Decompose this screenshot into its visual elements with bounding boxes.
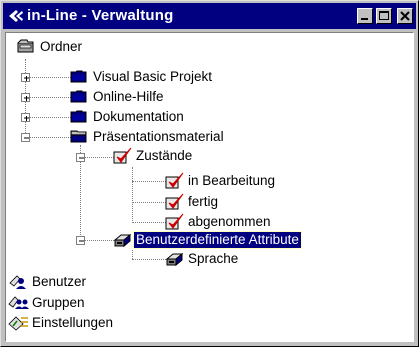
expand-toggle[interactable]	[21, 73, 30, 82]
tree-view-panel[interactable]: Ordner Visual Basic Projekt Online-Hilfe…	[5, 32, 414, 342]
tree-item-attributes[interactable]: Benutzerdefinierte Attribute	[112, 231, 302, 249]
collapse-toggle[interactable]	[76, 236, 85, 245]
main-window: in-Line - Verwaltung Ordner Visual Basic…	[0, 0, 419, 347]
title-bar[interactable]: in-Line - Verwaltung	[3, 3, 416, 29]
group-icon	[8, 294, 30, 312]
window-title: in-Line - Verwaltung	[27, 7, 174, 24]
maximize-button[interactable]	[376, 8, 392, 24]
open-folder-icon	[69, 128, 91, 146]
tree-item-label: Dokumentation	[93, 109, 184, 124]
tree-item-label: Zustände	[136, 148, 193, 163]
tree-item-label: Visual Basic Projekt	[93, 69, 213, 84]
folder-icon	[69, 88, 91, 106]
minimize-button[interactable]	[357, 8, 373, 24]
folder-icon	[69, 108, 91, 126]
tree-root-ordner[interactable]: Ordner	[16, 38, 84, 56]
tree-item-label: Präsentationsmaterial	[93, 129, 224, 144]
tree-item-label: Sprache	[188, 251, 239, 266]
tree-item-state[interactable]: in Bearbeitung	[164, 172, 277, 190]
user-icon	[8, 273, 30, 291]
app-logo-icon	[8, 8, 24, 24]
tree-item-attribute[interactable]: Sprache	[164, 250, 240, 268]
tree-item-label: Online-Hilfe	[93, 89, 164, 104]
tree-item-zustaende[interactable]: Zustände	[112, 147, 194, 165]
folder-icon	[69, 68, 91, 86]
check-state-icon	[164, 172, 186, 190]
cabinet-icon	[16, 38, 38, 56]
close-button[interactable]	[397, 8, 413, 24]
tree-item-folder-open[interactable]: Präsentationsmaterial	[69, 128, 226, 146]
tree-item-state[interactable]: abgenommen	[164, 213, 273, 231]
tree-item-einstellungen[interactable]: Einstellungen	[8, 314, 115, 332]
tree-item-benutzer[interactable]: Benutzer	[8, 273, 88, 291]
tree-item-label: fertig	[188, 194, 219, 209]
tree-item-folder[interactable]: Visual Basic Projekt	[69, 68, 214, 86]
check-state-icon	[112, 147, 134, 165]
tree-item-state[interactable]: fertig	[164, 193, 220, 211]
tree-item-label: in Bearbeitung	[188, 173, 276, 188]
settings-icon	[8, 314, 30, 332]
collapse-toggle[interactable]	[76, 153, 85, 162]
collapse-toggle[interactable]	[21, 133, 30, 142]
tree-item-folder[interactable]: Dokumentation	[69, 108, 186, 126]
expand-toggle[interactable]	[21, 113, 30, 122]
attribute-icon	[112, 231, 134, 249]
expand-toggle[interactable]	[21, 93, 30, 102]
tree-root-label: Ordner	[40, 39, 83, 54]
attribute-icon	[164, 250, 186, 268]
tree-item-label: Benutzerdefinierte Attribute	[133, 231, 302, 249]
check-state-icon	[164, 193, 186, 211]
tree-item-label: Benutzer	[32, 274, 87, 289]
tree-item-label: Einstellungen	[32, 315, 114, 330]
tree-item-gruppen[interactable]: Gruppen	[8, 294, 87, 312]
check-state-icon	[164, 213, 186, 231]
tree-item-label: Gruppen	[32, 295, 85, 310]
tree-item-label: abgenommen	[188, 214, 271, 229]
tree-item-folder[interactable]: Online-Hilfe	[69, 88, 166, 106]
